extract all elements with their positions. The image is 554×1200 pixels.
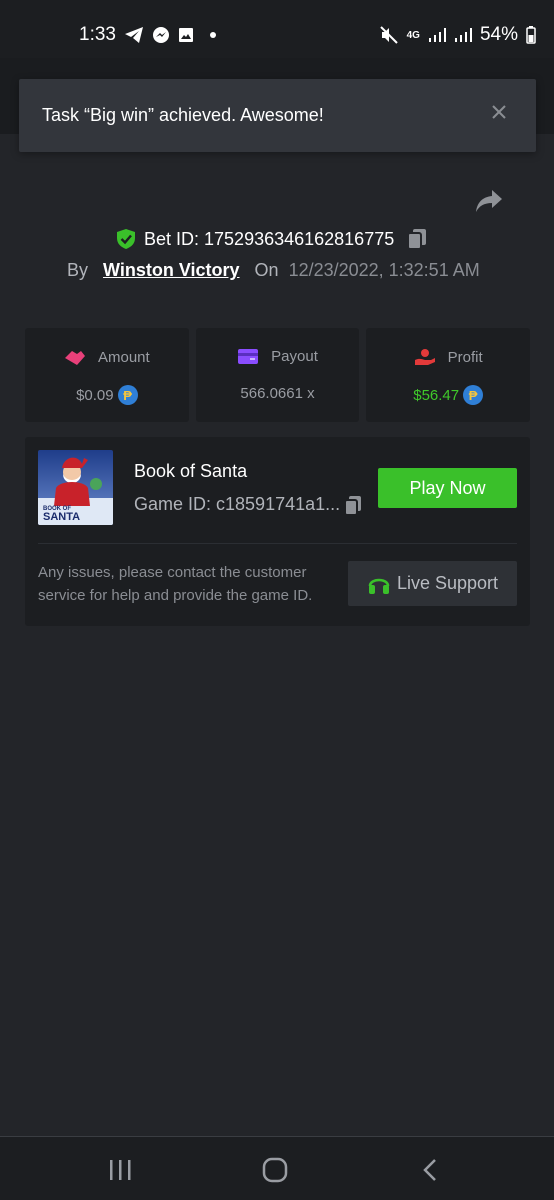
headset-icon: [368, 578, 390, 594]
bet-id-row: Bet ID: 1752936346162816775: [116, 227, 428, 251]
book-of-santa-artwork: BOOK OF SANTA: [38, 450, 113, 525]
coin-icon: ₱: [463, 385, 484, 405]
by-label: By: [67, 260, 89, 280]
bet-id: Bet ID: 1752936346162816775: [144, 228, 395, 249]
verified-shield-icon: [117, 229, 135, 249]
profit-value: $56.47: [413, 386, 460, 404]
game-thumbnail[interactable]: BOOK OF SANTA: [38, 450, 113, 525]
battery-icon: [526, 26, 536, 44]
system-nav-bar: [0, 1136, 554, 1200]
payout-label: Payout: [271, 348, 318, 365]
back-icon[interactable]: [416, 1157, 446, 1183]
signal-icon-2: [454, 28, 472, 42]
live-support-button[interactable]: Live Support: [348, 561, 517, 606]
on-label: On: [254, 260, 279, 280]
recent-apps-icon[interactable]: [106, 1157, 136, 1183]
home-icon[interactable]: [260, 1157, 290, 1183]
share-icon[interactable]: [474, 188, 504, 214]
payout-value: 566.0661 x: [240, 385, 315, 402]
amount-label: Amount: [97, 348, 150, 366]
game-id: Game ID: c18591741a1...: [134, 494, 341, 514]
achievement-toast: Task “Big win” achieved. Awesome!: [19, 79, 536, 152]
play-now-button[interactable]: Play Now: [378, 468, 517, 508]
gallery-icon: [179, 28, 193, 42]
more-notifications-dot: [210, 32, 216, 38]
copy-bet-id-icon[interactable]: [406, 227, 428, 251]
bet-meta-row: By Winston Victory On 12/23/2022, 1:32:5…: [67, 260, 480, 281]
telegram-icon: [125, 27, 143, 43]
payout-card: Payout 566.0661 x: [195, 328, 360, 422]
status-time: 1:33: [79, 24, 116, 45]
bet-stats: Amount $0.09 ₱ Payout 566.0661 x Profit: [25, 328, 531, 422]
profit-card: Profit $56.47 ₱: [366, 328, 531, 422]
author-link[interactable]: Winston Victory: [103, 260, 240, 281]
coin-icon: ₱: [117, 385, 138, 405]
battery-percent: 54%: [479, 24, 518, 45]
toast-message: Task “Big win” achieved. Awesome!: [42, 105, 324, 125]
amount-card: Amount $0.09 ₱: [25, 328, 189, 422]
amount-value: $0.09: [76, 386, 114, 404]
signal-icon: [428, 28, 446, 42]
close-icon[interactable]: [488, 101, 510, 123]
divider: [38, 543, 517, 544]
messenger-icon: [153, 27, 169, 43]
game-title: Book of Santa: [134, 461, 248, 481]
mute-icon: [379, 26, 398, 44]
profit-label: Profit: [447, 348, 483, 366]
support-help-text: Any issues, please contact the customer …: [38, 564, 313, 604]
notification-icons: [124, 26, 216, 44]
network-type: 4G: [406, 29, 420, 41]
system-icons: 4G 54%: [379, 24, 536, 46]
live-support-label: Live Support: [396, 573, 499, 593]
copy-game-id-icon[interactable]: [343, 495, 363, 517]
thumb-title-2: SANTA: [43, 511, 80, 523]
profit-hand-icon: [414, 349, 435, 365]
bet-date: 12/23/2022, 1:32:51 AM: [288, 260, 480, 280]
payout-card-icon: [238, 349, 259, 364]
game-card: BOOK OF SANTA Book of Santa Game ID: c18…: [25, 437, 530, 626]
amount-icon: [64, 351, 85, 365]
